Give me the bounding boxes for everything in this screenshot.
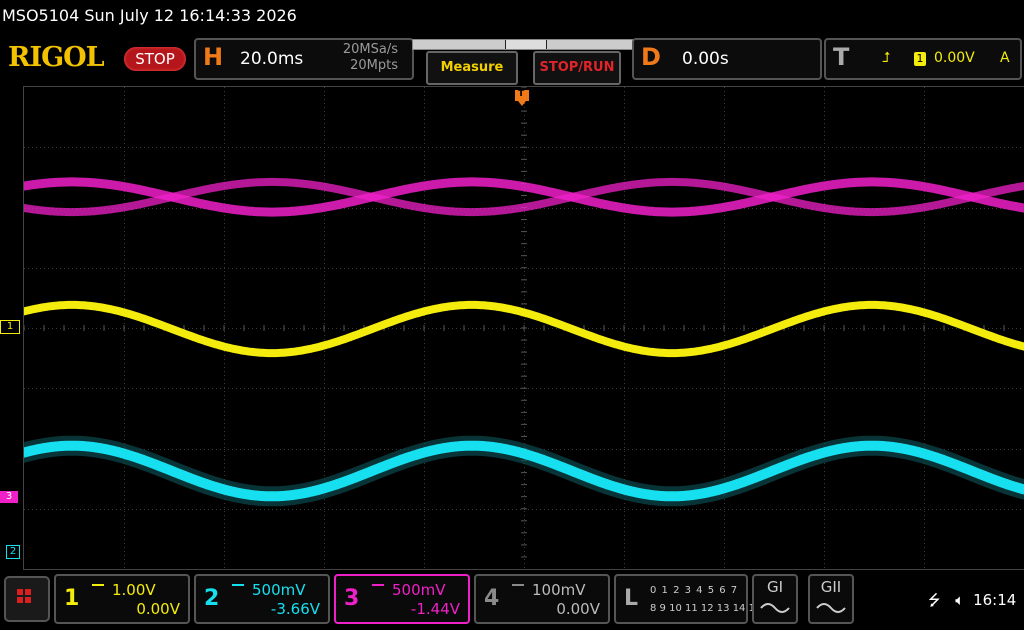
channel-4-box[interactable]: 4 100mV 0.00V xyxy=(474,574,610,624)
generator-2-button[interactable]: GII xyxy=(808,574,854,624)
memory-view-window xyxy=(505,40,547,49)
sound-icon[interactable]: 🔈︎ xyxy=(955,591,964,609)
horizontal-letter: H xyxy=(203,43,224,71)
status-area: ⭍ 🔈︎ 16:14 xyxy=(928,590,1016,615)
trigger-level: 0.00V xyxy=(934,50,975,66)
logic-analyzer-letter: L xyxy=(624,586,639,611)
dc-coupling-icon xyxy=(232,584,244,587)
ch2-ground-marker[interactable]: 2 xyxy=(6,545,20,559)
run-state-badge[interactable]: STOP xyxy=(124,47,186,71)
usb-icon: ⭍ xyxy=(928,591,941,609)
channel-3-number: 3 xyxy=(344,586,360,611)
trigger-mode: A xyxy=(1000,50,1010,66)
rising-edge-icon: ⮥ xyxy=(882,50,891,66)
horizontal-panel[interactable]: H 20.0ms 20MSa/s 20Mpts xyxy=(194,38,414,80)
measure-button[interactable]: Measure xyxy=(426,51,518,85)
trigger-source-badge: 1 xyxy=(914,52,926,66)
channel-4-scale: 100mV xyxy=(532,581,586,599)
logic-channels-row2: 8 9 10 11 12 13 14 15 xyxy=(650,603,762,614)
delay-panel[interactable]: D 0.00s xyxy=(632,38,822,80)
channel-3-scale: 500mV xyxy=(392,581,446,599)
trigger-panel[interactable]: T ⮥ 1 0.00V A xyxy=(824,38,1022,80)
channel-1-scale: 1.00V xyxy=(112,581,156,599)
generator-2-label: GII xyxy=(820,578,842,596)
stop-run-button[interactable]: STOP/RUN xyxy=(533,51,621,85)
dc-coupling-icon xyxy=(372,584,384,587)
memory-depth: 20Mpts xyxy=(350,58,398,73)
channel-1-box[interactable]: 1 1.00V 0.00V xyxy=(54,574,190,624)
sine-wave-icon xyxy=(760,603,790,613)
trigger-position-marker[interactable]: T xyxy=(515,89,529,110)
memory-position-bar xyxy=(412,39,634,50)
logic-channels-row1: 0 1 2 3 4 5 6 7 xyxy=(650,585,739,596)
sample-rate: 20MSa/s xyxy=(342,42,398,57)
trigger-letter: T xyxy=(833,43,850,71)
ch1-trace xyxy=(24,300,1024,358)
delay-value: 0.00s xyxy=(682,49,729,69)
channel-2-scale: 500mV xyxy=(252,581,306,599)
top-bar: RIGOL STOP H 20.0ms 20MSa/s 20Mpts Measu… xyxy=(0,34,1024,85)
menu-grid-button[interactable] xyxy=(4,576,50,622)
channel-1-offset: 0.00V xyxy=(136,600,180,618)
channel-3-box[interactable]: 3 500mV -1.44V xyxy=(334,574,470,624)
dc-coupling-icon xyxy=(512,584,524,587)
waveforms xyxy=(24,177,1024,507)
generator-1-button[interactable]: GI xyxy=(752,574,798,624)
channel-3-offset: -1.44V xyxy=(410,600,460,618)
delay-letter: D xyxy=(641,43,661,71)
channel-1-number: 1 xyxy=(64,586,80,611)
title-bar: MSO5104 Sun July 12 16:14:33 2026 xyxy=(0,0,1024,34)
clock-time: 16:14 xyxy=(973,591,1017,609)
rigol-logo: RIGOL xyxy=(8,42,105,73)
channel-2-offset: -3.66V xyxy=(270,600,320,618)
logic-analyzer-box[interactable]: L 0 1 2 3 4 5 6 7 8 9 10 11 12 13 14 15 xyxy=(614,574,761,624)
generator-1-label: GI xyxy=(766,578,784,596)
bottom-bar: 1 1.00V 0.00V 2 500mV -3.66V 3 500mV -1.… xyxy=(0,570,1024,630)
ch3-ground-marker[interactable]: 3 xyxy=(0,491,18,503)
channel-4-number: 4 xyxy=(484,586,500,611)
ch1-ground-marker[interactable]: 1 xyxy=(0,320,20,334)
dc-coupling-icon xyxy=(92,584,104,587)
channel-2-box[interactable]: 2 500mV -3.66V xyxy=(194,574,330,624)
channel-2-number: 2 xyxy=(204,586,220,611)
waveform-display[interactable] xyxy=(23,86,1024,570)
timebase-value: 20.0ms xyxy=(240,49,304,69)
model-datetime: MSO5104 Sun July 12 16:14:33 2026 xyxy=(2,6,297,25)
channel-4-offset: 0.00V xyxy=(556,600,600,618)
sine-wave-icon xyxy=(816,603,846,613)
